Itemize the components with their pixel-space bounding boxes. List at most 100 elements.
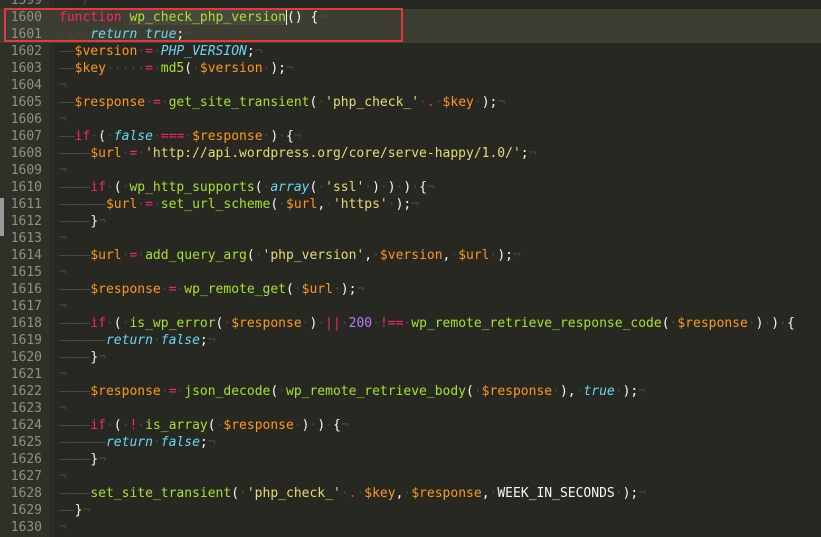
- code-token: ): [301, 418, 310, 433]
- code-text[interactable]: ····return true;¬: [59, 26, 192, 43]
- code-token: {: [332, 418, 341, 433]
- code-line[interactable]: 1605 ——$response·=·get_site_transient(·'p…: [0, 94, 821, 111]
- code-token: $response: [74, 95, 146, 110]
- code-line[interactable]: 1608 ————$url·=·'http://api.wordpress.org…: [0, 145, 821, 162]
- code-text[interactable]: ————if·(·!·is_array(·$response·)·)·{¬: [59, 417, 349, 434]
- line-number: 1613: [10, 231, 42, 246]
- code-token: }: [90, 452, 99, 467]
- side-panel-handle[interactable]: [0, 198, 4, 236]
- code-line[interactable]: 1627 ¬: [0, 468, 821, 485]
- code-text[interactable]: ——if·(·false·===·$response·)·{¬: [59, 128, 302, 145]
- code-line[interactable]: 1623 ¬: [0, 400, 821, 417]
- code-text[interactable]: ¬: [59, 519, 67, 536]
- code-text[interactable]: ¬: [59, 264, 67, 281]
- code-line[interactable]: 1625 ——————return·false;¬: [0, 434, 821, 451]
- code-text[interactable]: ————if·(·wp_http_supports(·array(·'ssl'·…: [59, 179, 435, 196]
- code-token: =: [145, 197, 153, 212]
- code-text[interactable]: ————$url·=·add_query_arg(·'php_version',…: [59, 247, 521, 264]
- code-text[interactable]: ··*/: [59, 0, 90, 9]
- code-token: ————: [59, 452, 91, 467]
- code-line[interactable]: 1617 ¬: [0, 298, 821, 315]
- code-text[interactable]: ————$url·=·'http://api.wordpress.org/cor…: [59, 145, 536, 162]
- code-text[interactable]: ¬: [59, 298, 67, 315]
- code-token: ¬: [411, 197, 420, 212]
- code-token: ·: [152, 61, 161, 76]
- code-line[interactable]: 1612 ————}¬: [0, 213, 821, 230]
- code-token: ·: [473, 384, 482, 399]
- code-text[interactable]: ————}¬: [59, 451, 106, 468]
- code-text[interactable]: ——$response·=·get_site_transient(·'php_c…: [59, 94, 505, 111]
- code-text[interactable]: ¬: [59, 400, 67, 417]
- code-token: $key: [442, 95, 474, 110]
- line-number: 1628: [10, 486, 42, 501]
- code-token: PHP_VERSION: [160, 44, 247, 59]
- code-line[interactable]: 1606 ¬: [0, 111, 821, 128]
- code-token: );: [395, 197, 412, 212]
- code-token: ·: [152, 197, 161, 212]
- code-line[interactable]: 1620 ————}¬: [0, 349, 821, 366]
- code-line[interactable]: 1611 ——————$url·=·set_url_scheme(·$url,·'…: [0, 196, 821, 213]
- code-token: ;: [199, 333, 208, 348]
- code-line[interactable]: 1618 ————if·(·is_wp_error(·$response·)·||…: [0, 315, 821, 332]
- code-line[interactable]: 1610 ————if·(·wp_http_supports(·array(·'s…: [0, 179, 821, 196]
- code-token: ¬: [59, 367, 67, 382]
- code-text[interactable]: ¬: [59, 230, 67, 247]
- code-token: ·: [325, 197, 333, 212]
- code-line[interactable]: 1630 ¬: [0, 519, 821, 536]
- code-text[interactable]: ¬: [59, 111, 67, 128]
- code-token: (: [207, 418, 216, 433]
- code-line[interactable]: 1629 ——}¬: [0, 502, 821, 519]
- code-line[interactable]: 1602 ——$version·=·PHP_VERSION;¬: [0, 43, 821, 60]
- code-token: (: [231, 486, 240, 501]
- code-line[interactable]: 1600 function wp_check_php_version() {¬: [0, 9, 821, 26]
- code-text[interactable]: ——————return·false;¬: [59, 434, 216, 451]
- code-token: ||: [325, 316, 341, 331]
- code-line[interactable]: 1601 ····return true;¬: [0, 26, 821, 43]
- code-line[interactable]: 1609 ¬: [0, 162, 821, 179]
- code-token: );: [481, 95, 498, 110]
- code-editor[interactable]: 1599 ··*/ 1600 function wp_check_php_versio…: [0, 0, 821, 536]
- line-number: 1621: [10, 367, 42, 382]
- code-text[interactable]: ————}¬: [59, 213, 106, 230]
- code-text[interactable]: function wp_check_php_version() {¬: [59, 9, 326, 26]
- code-line[interactable]: 1621 ¬: [0, 366, 821, 383]
- code-line[interactable]: 1616 ————$response·=·wp_remote_get(·$url·…: [0, 281, 821, 298]
- code-token: ¬: [98, 452, 106, 467]
- code-text[interactable]: ¬: [59, 366, 67, 383]
- code-text[interactable]: ——$key·····=·md5(·$version·);¬: [59, 60, 294, 77]
- code-line[interactable]: 1622 ————$response·=·json_decode(·wp_remo…: [0, 383, 821, 400]
- code-line[interactable]: 1624 ————if·(·!·is_array(·$response·)·)·{…: [0, 417, 821, 434]
- code-token: ·: [152, 435, 161, 450]
- code-line[interactable]: 1603 ——$key·····=·md5(·$version·);¬: [0, 60, 821, 77]
- code-text[interactable]: ¬: [59, 468, 67, 485]
- code-line[interactable]: 1599 ··*/: [0, 0, 821, 9]
- code-text[interactable]: ——————$url·=·set_url_scheme(·$url,·'http…: [59, 196, 419, 213]
- code-text[interactable]: ————$response·=·wp_remote_get(·$url·);¬: [59, 281, 364, 298]
- code-text[interactable]: ——}¬: [59, 502, 90, 519]
- code-text[interactable]: ————}¬: [59, 349, 106, 366]
- code-text[interactable]: ————set_site_transient(·'php_check_'·.·$…: [59, 485, 646, 502]
- code-line[interactable]: 1613 ¬: [0, 230, 821, 247]
- code-line[interactable]: 1604 ¬: [0, 77, 821, 94]
- code-text[interactable]: ————if·(·is_wp_error(·$response·)·||·200…: [59, 315, 795, 332]
- code-line[interactable]: 1614 ————$url·=·add_query_arg(·'php_versi…: [0, 247, 821, 264]
- code-text[interactable]: ——$version·=·PHP_VERSION;¬: [59, 43, 263, 60]
- code-line[interactable]: 1626 ————}¬: [0, 451, 821, 468]
- code-text[interactable]: ¬: [59, 162, 67, 179]
- code-line[interactable]: 1619 ——————return·false;¬: [0, 332, 821, 349]
- code-token: $url: [458, 248, 490, 263]
- code-line[interactable]: 1615 ¬: [0, 264, 821, 281]
- code-token: ·: [552, 384, 560, 399]
- code-token: ·: [387, 197, 396, 212]
- code-token: ·: [379, 180, 388, 195]
- code-line[interactable]: 1607 ——if·(·false·===·$response·)·{¬: [0, 128, 821, 145]
- code-token: true: [145, 27, 177, 42]
- code-line[interactable]: 1628 ————set_site_transient(·'php_check_'…: [0, 485, 821, 502]
- code-text[interactable]: ————$response·=·json_decode(·wp_remote_r…: [59, 383, 646, 400]
- code-text[interactable]: ——————return·false;¬: [59, 332, 216, 349]
- line-number: 1602: [10, 44, 42, 59]
- code-text[interactable]: ¬: [59, 77, 67, 94]
- code-token: (: [113, 316, 122, 331]
- code-token: ·: [105, 180, 114, 195]
